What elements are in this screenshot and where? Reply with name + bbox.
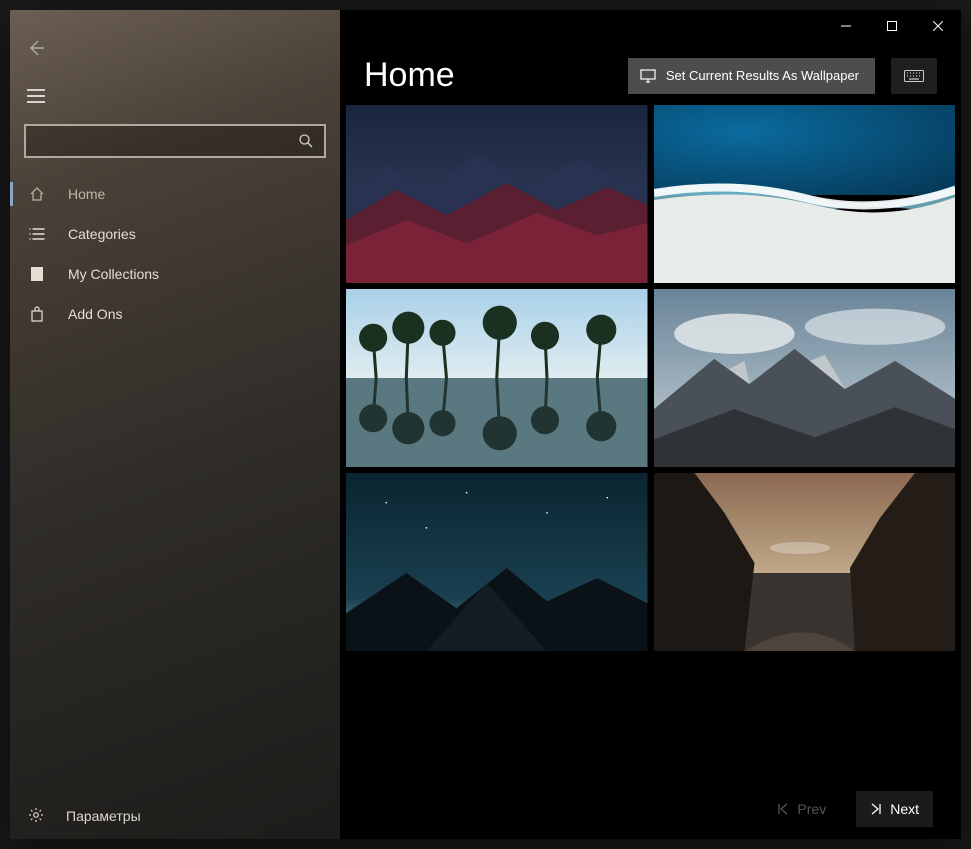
prev-button[interactable]: Prev — [763, 791, 840, 827]
set-wallpaper-label: Set Current Results As Wallpaper — [666, 68, 859, 83]
hamburger-icon — [27, 89, 45, 103]
content-header: Home Set Current Results As Wallpaper — [340, 56, 961, 105]
sidebar-item-label: My Collections — [68, 266, 159, 282]
wallpaper-tile[interactable] — [346, 105, 648, 283]
sidebar-nav: Home Categories My Collections Add Ons — [10, 174, 340, 334]
main-content: Home Set Current Results As Wallpaper — [340, 10, 961, 839]
wallpaper-grid — [340, 105, 961, 779]
back-arrow-icon — [26, 38, 46, 58]
prev-label: Prev — [797, 801, 826, 817]
wallpaper-tile[interactable] — [654, 289, 956, 467]
wallpaper-tile[interactable] — [654, 473, 956, 651]
set-wallpaper-button[interactable]: Set Current Results As Wallpaper — [628, 58, 875, 94]
sidebar-item-categories[interactable]: Categories — [10, 214, 340, 254]
home-icon — [28, 186, 46, 202]
search-box[interactable] — [24, 124, 326, 158]
next-icon — [870, 803, 882, 815]
prev-icon — [777, 803, 789, 815]
close-button[interactable] — [915, 10, 961, 42]
gear-icon — [28, 807, 44, 826]
minimize-icon — [841, 21, 851, 31]
list-icon — [28, 226, 46, 242]
app-window: Home Categories My Collections Add Ons — [10, 10, 961, 839]
search-button[interactable] — [288, 126, 324, 156]
page-title: Home — [364, 56, 612, 95]
search-input[interactable] — [26, 133, 288, 149]
maximize-icon — [887, 21, 897, 31]
sidebar-item-label: Categories — [68, 226, 136, 242]
back-button[interactable] — [16, 28, 56, 68]
wallpaper-tile[interactable] — [654, 105, 956, 283]
sidebar: Home Categories My Collections Add Ons — [10, 10, 340, 839]
sidebar-item-my-collections[interactable]: My Collections — [10, 254, 340, 294]
minimize-button[interactable] — [823, 10, 869, 42]
title-bar — [823, 10, 961, 42]
monitor-icon — [640, 69, 656, 83]
keyboard-icon — [904, 70, 924, 82]
next-button[interactable]: Next — [856, 791, 933, 827]
hamburger-button[interactable] — [16, 76, 56, 116]
pager: Prev Next — [340, 779, 961, 839]
next-label: Next — [890, 801, 919, 817]
wallpaper-tile[interactable] — [346, 473, 648, 651]
sidebar-item-label: Add Ons — [68, 306, 122, 322]
bag-icon — [28, 306, 46, 322]
wallpaper-tile[interactable] — [346, 289, 648, 467]
sidebar-item-add-ons[interactable]: Add Ons — [10, 294, 340, 334]
search-icon — [299, 134, 313, 148]
close-icon — [933, 21, 943, 31]
maximize-button[interactable] — [869, 10, 915, 42]
sidebar-item-settings[interactable]: Параметры — [10, 793, 340, 839]
sidebar-footer-label: Параметры — [66, 808, 141, 824]
collection-icon — [28, 266, 46, 282]
sidebar-item-label: Home — [68, 186, 105, 202]
keyboard-button[interactable] — [891, 58, 937, 94]
sidebar-item-home[interactable]: Home — [10, 174, 340, 214]
